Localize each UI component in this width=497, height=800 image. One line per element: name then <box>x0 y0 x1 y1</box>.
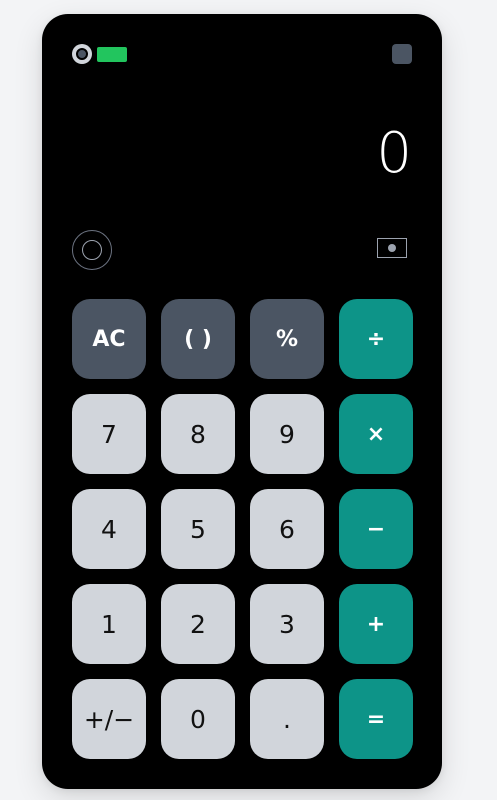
decimal-button[interactable]: . <box>250 679 324 759</box>
history-icon[interactable] <box>72 230 112 270</box>
digit-8-button[interactable]: 8 <box>161 394 235 474</box>
status-bar-left <box>72 44 127 64</box>
digit-7-button[interactable]: 7 <box>72 394 146 474</box>
divide-button[interactable]: ÷ <box>339 299 413 379</box>
digit-2-button[interactable]: 2 <box>161 584 235 664</box>
equals-button[interactable]: = <box>339 679 413 759</box>
digit-1-button[interactable]: 1 <box>72 584 146 664</box>
keypad: AC ( ) % ÷ 7 8 9 × 4 5 6 − 1 2 3 + +/− 0… <box>72 299 413 759</box>
calculator-device: 0 AC ( ) % ÷ 7 8 9 × 4 5 6 − 1 2 3 + +/−… <box>42 14 442 789</box>
plus-button[interactable]: + <box>339 584 413 664</box>
camera-icon[interactable] <box>377 238 407 258</box>
battery-icon <box>97 46 127 62</box>
history-icon-ring <box>82 240 102 260</box>
digit-0-button[interactable]: 0 <box>161 679 235 759</box>
square-icon <box>392 44 412 64</box>
digit-5-button[interactable]: 5 <box>161 489 235 569</box>
camera-dot-inner <box>76 48 88 60</box>
camera-dot-icon <box>72 44 92 64</box>
digit-3-button[interactable]: 3 <box>250 584 324 664</box>
clear-button[interactable]: AC <box>72 299 146 379</box>
digit-9-button[interactable]: 9 <box>250 394 324 474</box>
result-display: 0 <box>376 121 412 186</box>
digit-4-button[interactable]: 4 <box>72 489 146 569</box>
percent-button[interactable]: % <box>250 299 324 379</box>
toggle-sign-button[interactable]: +/− <box>72 679 146 759</box>
camera-icon-lens <box>388 244 396 252</box>
multiply-button[interactable]: × <box>339 394 413 474</box>
minus-button[interactable]: − <box>339 489 413 569</box>
digit-6-button[interactable]: 6 <box>250 489 324 569</box>
parentheses-button[interactable]: ( ) <box>161 299 235 379</box>
